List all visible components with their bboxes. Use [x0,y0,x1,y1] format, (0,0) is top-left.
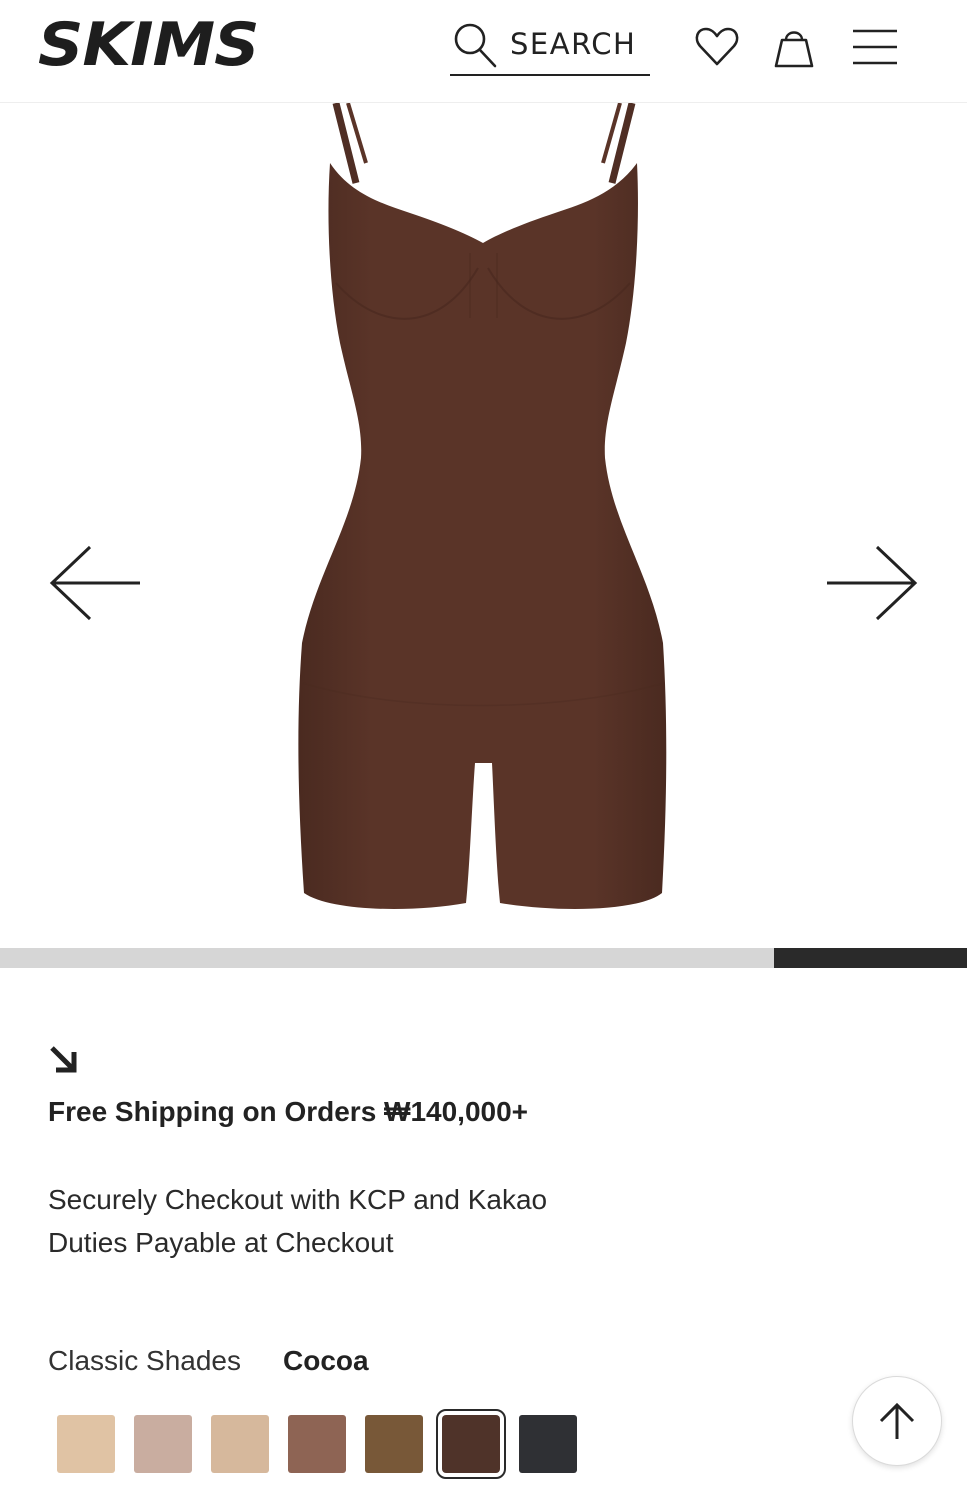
search-bar[interactable]: SEARCH [450,14,650,76]
search-icon [454,23,497,68]
product-image [298,103,667,909]
duties-info-line: Duties Payable at Checkout [48,1227,394,1258]
selected-shade-name: Cocoa [283,1345,369,1376]
scroll-to-top-button[interactable] [852,1376,942,1466]
free-shipping-title: Free Shipping on Orders ₩140,000+ [48,1096,529,1127]
bodysuit-shape [298,163,667,909]
arrow-up-icon [879,1402,915,1439]
shade-swatch[interactable] [134,1415,192,1473]
shade-swatch[interactable] [57,1415,115,1473]
arrow-left-icon[interactable] [48,543,144,623]
brand-logo[interactable]: SKIMS [38,10,260,80]
shade-swatch[interactable] [365,1415,423,1473]
product-image-gallery[interactable] [0,103,967,948]
gallery-progress-fill [773,948,967,968]
shade-group-label: Classic Shades [48,1345,241,1376]
shopping-bag-icon[interactable] [772,24,816,70]
shade-swatch[interactable] [288,1415,346,1473]
gallery-progress-bar [0,948,967,968]
arrow-down-right-icon [50,1046,77,1073]
site-header: SKIMS SEARCH [0,0,967,103]
checkout-info-line: Securely Checkout with KCP and Kakao [48,1184,548,1215]
search-label: SEARCH [510,27,637,61]
heart-icon[interactable] [694,24,740,70]
shade-swatch[interactable] [436,1409,506,1479]
shade-swatch[interactable] [519,1415,577,1473]
shade-swatch[interactable] [211,1415,269,1473]
menu-icon[interactable] [851,28,899,66]
arrow-right-icon[interactable] [823,543,919,623]
